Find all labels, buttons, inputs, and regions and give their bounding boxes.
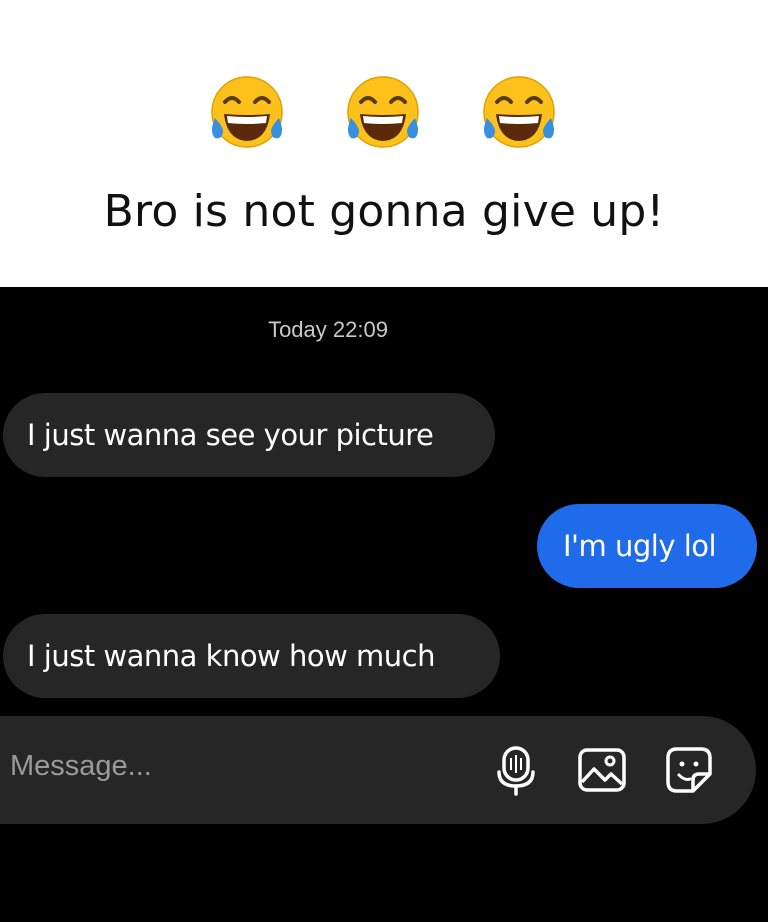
microphone-icon[interactable] <box>490 744 542 796</box>
message-timestamp: Today 22:09 <box>268 317 388 342</box>
chat-screen: Today 22:09 I just wanna see your pictur… <box>0 287 768 922</box>
laughing-crying-emoji-icon <box>207 74 287 154</box>
message-text: I'm ugly lol <box>563 529 717 563</box>
incoming-message-bubble[interactable]: I just wanna know how much <box>3 614 500 698</box>
laughing-crying-emoji-icon <box>479 74 559 154</box>
message-text: I just wanna see your picture <box>27 418 434 452</box>
outgoing-message-bubble[interactable]: I'm ugly lol <box>537 504 757 588</box>
message-input-placeholder[interactable]: Message... <box>10 750 152 783</box>
meme-caption: Bro is not gonna give up! <box>103 186 665 237</box>
message-composer[interactable]: Message... <box>0 716 756 824</box>
emoji-row <box>0 74 768 154</box>
laughing-crying-emoji-icon <box>343 74 423 154</box>
image-icon[interactable] <box>576 744 628 796</box>
incoming-message-bubble[interactable]: I just wanna see your picture <box>3 393 495 477</box>
meme-header: Bro is not gonna give up! <box>0 0 768 287</box>
sticker-icon[interactable] <box>663 744 715 796</box>
message-text: I just wanna know how much <box>27 639 436 673</box>
